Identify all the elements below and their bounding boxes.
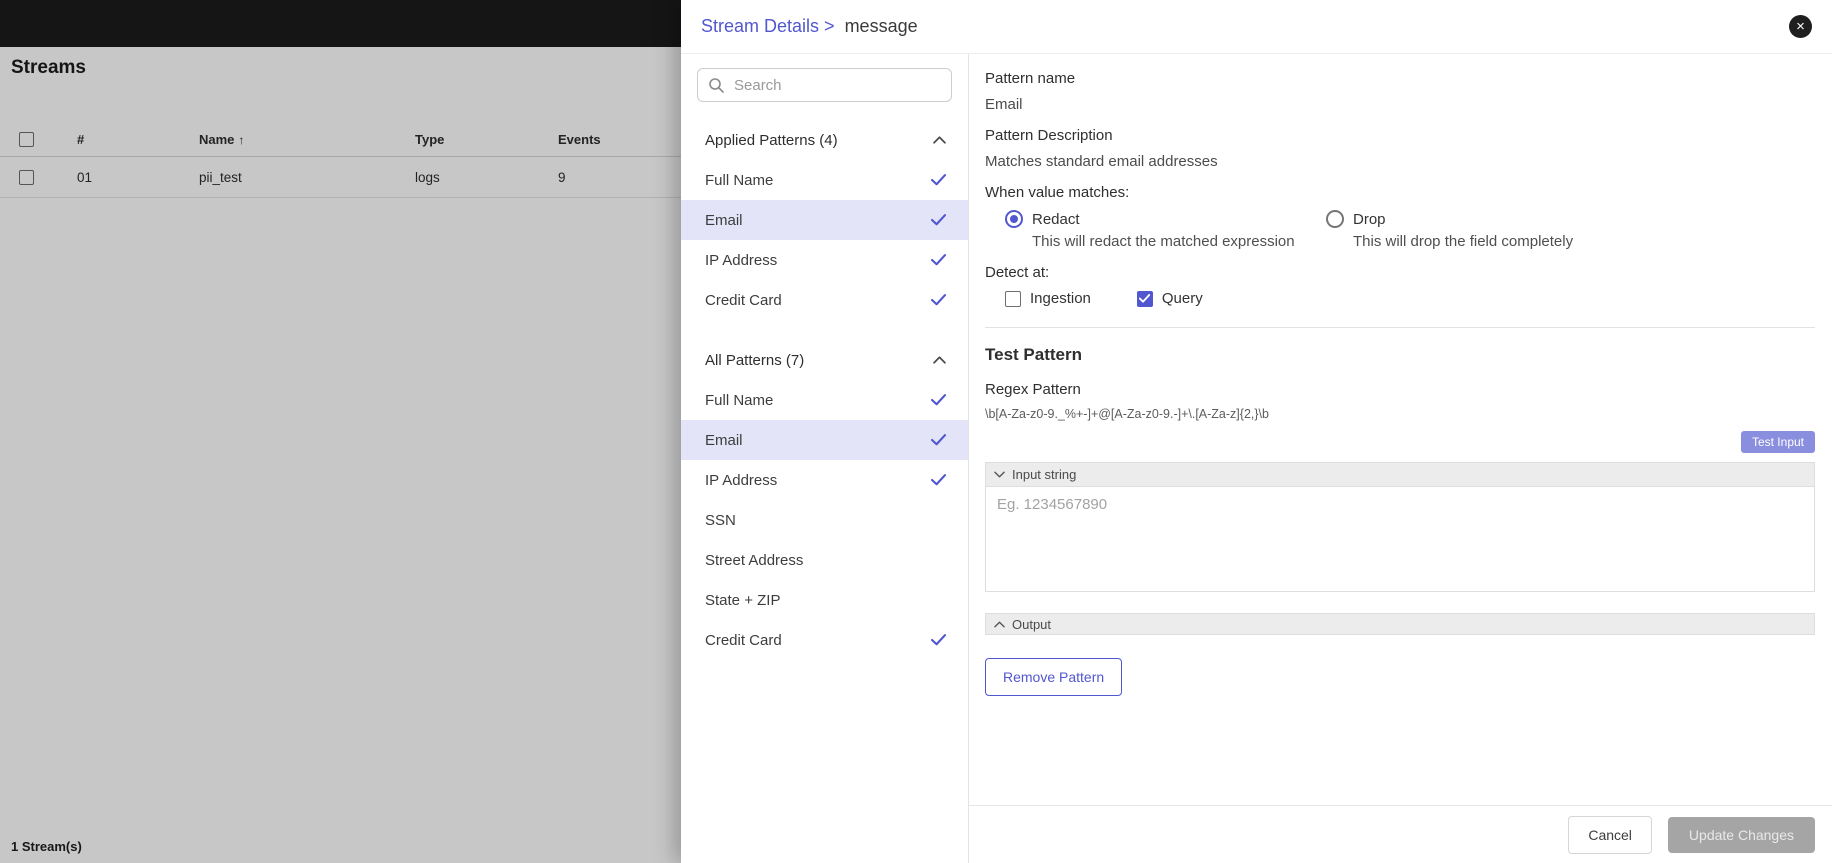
- detect-at-label: Detect at:: [985, 264, 1815, 281]
- patterns-sidebar: Applied Patterns (4) Full Name Email IP …: [681, 54, 969, 863]
- cancel-button[interactable]: Cancel: [1568, 816, 1652, 854]
- pattern-label: IP Address: [705, 472, 777, 489]
- pattern-list-item[interactable]: Full Name: [681, 160, 968, 200]
- ingestion-option[interactable]: Ingestion: [1005, 290, 1091, 307]
- pattern-list-item[interactable]: Email: [681, 420, 968, 460]
- pattern-details-panel: Pattern name Email Pattern Description M…: [969, 54, 1832, 863]
- check-icon: [931, 474, 946, 486]
- all-patterns-list: Full Name Email IP Address SSN Street Ad…: [681, 380, 968, 660]
- redact-description: This will redact the matched expression: [1032, 233, 1326, 250]
- redact-radio[interactable]: [1005, 210, 1023, 228]
- output-label: Output: [1012, 617, 1051, 632]
- check-icon: [931, 434, 946, 446]
- input-string-label: Input string: [1012, 467, 1076, 482]
- pattern-label: State + ZIP: [705, 592, 780, 609]
- test-input-textarea[interactable]: [985, 486, 1815, 592]
- pattern-label: Full Name: [705, 172, 773, 189]
- check-icon: [931, 394, 946, 406]
- ingestion-checkbox[interactable]: [1005, 291, 1021, 307]
- applied-patterns-title: Applied Patterns (4): [705, 132, 838, 149]
- close-icon[interactable]: ×: [1789, 15, 1812, 38]
- section-divider: [985, 327, 1815, 328]
- chevron-up-icon: [994, 621, 1005, 628]
- search-input[interactable]: [732, 76, 941, 95]
- detect-at-checkboxes: Ingestion Query: [985, 290, 1815, 307]
- pattern-description-label: Pattern Description: [985, 127, 1815, 144]
- pattern-label: Email: [705, 212, 743, 229]
- applied-patterns-header[interactable]: Applied Patterns (4): [681, 120, 968, 160]
- pattern-label: Credit Card: [705, 292, 782, 309]
- pattern-label: Email: [705, 432, 743, 449]
- pattern-description-field: Pattern Description Matches standard ema…: [985, 127, 1815, 170]
- drop-description: This will drop the field completely: [1353, 233, 1647, 250]
- pattern-list-item[interactable]: Street Address: [681, 540, 968, 580]
- pattern-search-box: [697, 68, 952, 102]
- when-value-matches-label: When value matches:: [985, 184, 1815, 201]
- pattern-label: SSN: [705, 512, 736, 529]
- chevron-up-icon: [933, 136, 946, 144]
- output-collapse-bar[interactable]: Output: [985, 613, 1815, 635]
- input-string-collapse-bar[interactable]: Input string: [985, 462, 1815, 486]
- test-pattern-title: Test Pattern: [985, 345, 1815, 365]
- pattern-label: Street Address: [705, 552, 803, 569]
- pattern-label: Credit Card: [705, 632, 782, 649]
- check-icon: [931, 254, 946, 266]
- pattern-list-item[interactable]: State + ZIP: [681, 580, 968, 620]
- check-icon: [931, 174, 946, 186]
- drop-label: Drop: [1353, 211, 1386, 228]
- pattern-list-item[interactable]: Credit Card: [681, 620, 968, 660]
- pattern-list-item[interactable]: Full Name: [681, 380, 968, 420]
- applied-patterns-list: Full Name Email IP Address Credit Card: [681, 160, 968, 320]
- search-icon: [708, 77, 724, 93]
- chevron-down-icon: [994, 471, 1005, 478]
- redact-label: Redact: [1032, 211, 1080, 228]
- query-option[interactable]: Query: [1137, 290, 1203, 307]
- remove-pattern-button[interactable]: Remove Pattern: [985, 658, 1122, 696]
- chevron-up-icon: [933, 356, 946, 364]
- ingestion-label: Ingestion: [1030, 290, 1091, 307]
- breadcrumb-stream-details-link[interactable]: Stream Details >: [701, 16, 835, 37]
- check-icon: [931, 214, 946, 226]
- all-patterns-title: All Patterns (7): [705, 352, 804, 369]
- pattern-list-item[interactable]: SSN: [681, 500, 968, 540]
- update-changes-button[interactable]: Update Changes: [1668, 817, 1815, 853]
- pattern-name-value: Email: [985, 96, 1815, 113]
- pattern-name-label: Pattern name: [985, 70, 1815, 87]
- pattern-list-item[interactable]: Email: [681, 200, 968, 240]
- pattern-list-item[interactable]: IP Address: [681, 460, 968, 500]
- query-label: Query: [1162, 290, 1203, 307]
- check-icon: [931, 294, 946, 306]
- pattern-label: IP Address: [705, 252, 777, 269]
- match-action-radios: Redact This will redact the matched expr…: [985, 210, 1815, 250]
- query-checkbox[interactable]: [1137, 291, 1153, 307]
- stream-details-drawer: Stream Details > message × Applied Patte…: [681, 0, 1832, 863]
- drawer-footer: Cancel Update Changes: [969, 805, 1832, 863]
- pattern-label: Full Name: [705, 392, 773, 409]
- test-input-button[interactable]: Test Input: [1741, 431, 1815, 453]
- regex-pattern-value: \b[A-Za-z0-9._%+-]+@[A-Za-z0-9.-]+\.[A-Z…: [985, 407, 1815, 421]
- drop-option[interactable]: Drop This will drop the field completely: [1326, 210, 1647, 250]
- drop-radio[interactable]: [1326, 210, 1344, 228]
- check-icon: [931, 634, 946, 646]
- regex-pattern-label: Regex Pattern: [985, 381, 1815, 398]
- drawer-header: Stream Details > message ×: [681, 0, 1832, 54]
- breadcrumb-current-field: message: [845, 16, 918, 37]
- pattern-description-value: Matches standard email addresses: [985, 153, 1815, 170]
- all-patterns-header[interactable]: All Patterns (7): [681, 340, 968, 380]
- pattern-list-item[interactable]: Credit Card: [681, 280, 968, 320]
- pattern-name-field: Pattern name Email: [985, 70, 1815, 113]
- redact-option[interactable]: Redact This will redact the matched expr…: [1005, 210, 1326, 250]
- pattern-list-item[interactable]: IP Address: [681, 240, 968, 280]
